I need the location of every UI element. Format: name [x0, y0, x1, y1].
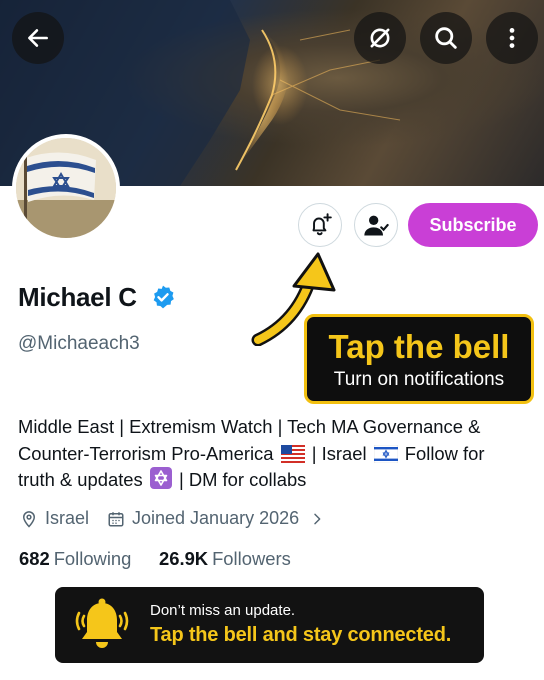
- notification-reminder-banner: Don’t miss an update. Tap the bell and s…: [55, 587, 484, 663]
- israel-flag-icon: [373, 444, 398, 463]
- banner-line-2: Tap the bell and stay connected.: [150, 624, 452, 646]
- joined-text: Joined January 2026: [132, 508, 300, 528]
- callout-subtitle: Turn on notifications: [333, 369, 505, 390]
- more-vertical-icon: [509, 28, 515, 48]
- calendar-icon: [108, 511, 124, 526]
- tap-bell-callout: Tap the bell Turn on notifications: [304, 314, 534, 404]
- location-text: Israel: [45, 508, 90, 528]
- following-count: 682: [19, 548, 50, 569]
- us-flag-icon: [280, 444, 305, 463]
- bio-text-2: | Israel: [306, 442, 372, 464]
- user-check-icon: [364, 215, 389, 236]
- israel-flag-avatar-image: [16, 138, 116, 238]
- followers-count: 26.9K: [159, 548, 209, 569]
- joined-item[interactable]: Joined January 2026: [107, 508, 332, 529]
- verified-badge-icon[interactable]: [150, 284, 176, 310]
- more-button[interactable]: [486, 12, 538, 64]
- bell-plus-icon: [312, 213, 332, 236]
- handle: @Michaeach3: [18, 333, 140, 354]
- star-of-david-icon: [149, 467, 172, 489]
- following-button[interactable]: [354, 203, 398, 247]
- following-link[interactable]: 682 Following: [19, 548, 131, 570]
- display-name: Michael C: [18, 282, 137, 312]
- avatar[interactable]: [12, 134, 120, 242]
- followers-label: Followers: [212, 548, 291, 569]
- notification-bell-button[interactable]: [298, 203, 342, 247]
- sync-button[interactable]: [354, 12, 406, 64]
- location-item: Israel: [20, 508, 89, 529]
- location-pin-icon: [22, 510, 36, 528]
- back-button[interactable]: [12, 12, 64, 64]
- arrow-left-icon: [28, 29, 48, 47]
- sync-off-icon: [370, 28, 390, 48]
- followers-link[interactable]: 26.9K Followers: [159, 548, 291, 570]
- subscribe-button[interactable]: Subscribe: [408, 203, 538, 247]
- ringing-bell-icon: [75, 598, 129, 648]
- bio-text-4: | DM for collabs: [173, 469, 307, 490]
- search-icon: [435, 27, 457, 49]
- search-button[interactable]: [420, 12, 472, 64]
- following-label: Following: [53, 548, 132, 569]
- banner-line-1: Don’t miss an update.: [150, 602, 296, 619]
- chevron-right-icon: [314, 513, 321, 524]
- callout-title: Tap the bell: [328, 328, 510, 365]
- profile-bio: Middle East | Extremism Watch | Tech MA …: [18, 414, 518, 494]
